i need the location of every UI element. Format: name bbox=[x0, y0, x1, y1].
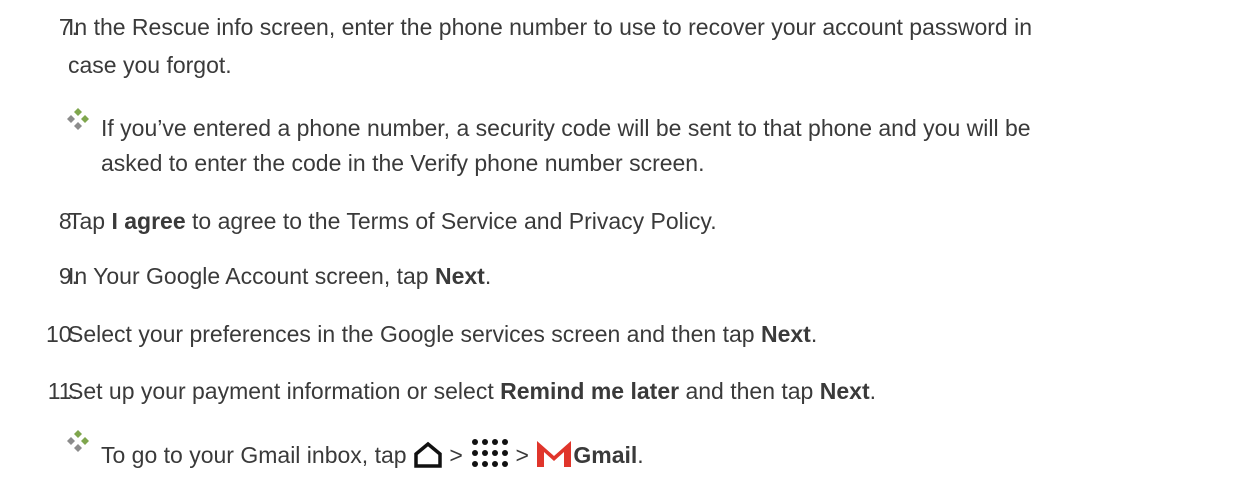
apps-grid-icon bbox=[472, 439, 509, 467]
note-1-line-2: asked to enter the code in the Verify ph… bbox=[101, 150, 705, 176]
i-agree-label: I agree bbox=[111, 208, 186, 234]
note-1-line-1: If you’ve entered a phone number, a secu… bbox=[101, 115, 1031, 141]
next-label: Next bbox=[819, 378, 870, 404]
step-11-text: Set up your payment information or selec… bbox=[68, 378, 876, 404]
next-label: Next bbox=[434, 263, 485, 289]
step-10-text: Select your preferences in the Google se… bbox=[68, 321, 818, 347]
diamond-bullet-icon bbox=[67, 430, 89, 452]
gmail-icon bbox=[537, 441, 572, 467]
home-icon bbox=[414, 441, 442, 468]
gmail-label: Gmail bbox=[573, 442, 638, 468]
note-2-text: To go to your Gmail inbox, tap > > Gmail… bbox=[101, 437, 644, 470]
step-7-line-1: In the Rescue info screen, enter the pho… bbox=[68, 14, 1033, 40]
instruction-document: 7. In the Rescue info screen, enter the … bbox=[0, 0, 1243, 482]
step-8-text: Tap I agree to agree to the Terms of Ser… bbox=[68, 208, 717, 234]
remind-me-later-label: Remind me later bbox=[500, 378, 680, 404]
diamond-bullet-icon bbox=[67, 108, 89, 130]
step-7-line-2: case you forgot. bbox=[68, 52, 232, 78]
step-9-text: In Your Google Account screen, tap Next. bbox=[68, 263, 492, 289]
next-label: Next bbox=[760, 321, 811, 347]
